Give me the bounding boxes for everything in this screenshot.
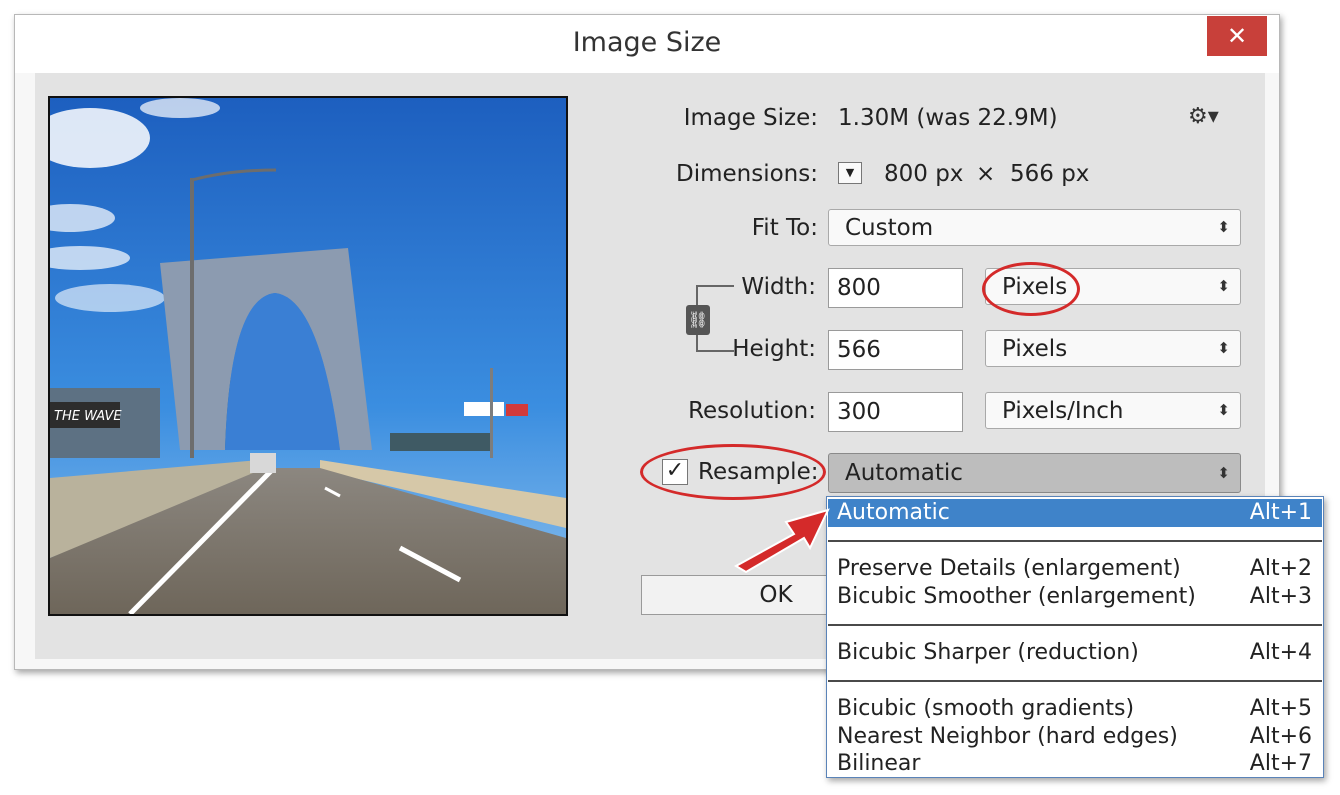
fit-to-value: Custom bbox=[845, 215, 934, 241]
preview-photo: THE WAVE bbox=[50, 98, 566, 614]
select-arrows-icon: ⬍ bbox=[1217, 339, 1230, 357]
annotation-circle-resample bbox=[640, 444, 826, 500]
dimensions-times-sign: × bbox=[976, 161, 996, 187]
dropdown-item-bicubic-smoother[interactable]: Bicubic Smoother (enlargement) Alt+3 bbox=[828, 583, 1322, 611]
menu-separator bbox=[828, 540, 1322, 542]
annotation-circle-pixels bbox=[982, 262, 1080, 316]
width-input[interactable]: 800 bbox=[828, 268, 963, 308]
link-bracket-top-vert bbox=[696, 285, 698, 305]
resample-method-value: Automatic bbox=[845, 460, 963, 486]
dropdown-item-bilinear[interactable]: Bilinear Alt+7 bbox=[828, 750, 1322, 778]
fit-to-select[interactable]: Custom ⬍ bbox=[828, 209, 1241, 246]
resolution-label: Resolution: bbox=[688, 398, 816, 424]
menu-separator bbox=[828, 624, 1322, 626]
resample-dropdown-menu: Automatic Alt+1 Preserve Details (enlarg… bbox=[826, 496, 1324, 778]
close-button[interactable]: ✕ bbox=[1207, 16, 1267, 56]
dimensions-height-value: 566 px bbox=[1010, 161, 1090, 187]
menu-separator bbox=[828, 680, 1322, 682]
select-arrows-icon: ⬍ bbox=[1217, 464, 1230, 482]
image-size-value: 1.30M (was 22.9M) bbox=[838, 105, 1058, 131]
resolution-unit-select[interactable]: Pixels/Inch ⬍ bbox=[985, 392, 1241, 429]
select-arrows-icon: ⬍ bbox=[1217, 218, 1230, 236]
close-icon: ✕ bbox=[1226, 22, 1248, 50]
height-unit-value: Pixels bbox=[1002, 336, 1068, 362]
height-input[interactable]: 566 bbox=[828, 330, 963, 370]
dropdown-item-preserve-details[interactable]: Preserve Details (enlargement) Alt+2 bbox=[828, 555, 1322, 583]
dimensions-label: Dimensions: bbox=[676, 161, 818, 187]
select-arrows-icon: ⬍ bbox=[1217, 277, 1230, 295]
dropdown-item-nearest-neighbor[interactable]: Nearest Neighbor (hard edges) Alt+6 bbox=[828, 723, 1322, 751]
image-preview[interactable]: THE WAVE bbox=[48, 96, 568, 616]
title-bar: Image Size ✕ bbox=[15, 15, 1279, 73]
dialog-title: Image Size bbox=[572, 27, 722, 58]
image-size-label: Image Size: bbox=[683, 105, 818, 131]
height-label: Height: bbox=[732, 336, 816, 362]
resolution-unit-value: Pixels/Inch bbox=[1002, 398, 1124, 424]
resample-method-select[interactable]: Automatic ⬍ bbox=[828, 453, 1241, 493]
gear-icon[interactable]: ⚙▾ bbox=[1188, 104, 1219, 129]
width-label: Width: bbox=[741, 274, 816, 300]
resolution-input[interactable]: 300 bbox=[828, 392, 963, 432]
dimensions-unit-dropdown[interactable]: ▼ bbox=[838, 162, 862, 184]
dropdown-item-bicubic[interactable]: Bicubic (smooth gradients) Alt+5 bbox=[828, 695, 1322, 723]
dimensions-width-value: 800 px bbox=[884, 161, 964, 187]
fit-to-label: Fit To: bbox=[751, 215, 818, 241]
constrain-proportions-link-icon[interactable]: ⛓ bbox=[686, 305, 710, 335]
annotation-arrow bbox=[733, 508, 830, 574]
preview-sign-text: THE WAVE bbox=[54, 409, 122, 424]
dropdown-item-automatic[interactable]: Automatic Alt+1 bbox=[828, 499, 1322, 527]
dropdown-item-bicubic-sharper[interactable]: Bicubic Sharper (reduction) Alt+4 bbox=[828, 639, 1322, 667]
select-arrows-icon: ⬍ bbox=[1217, 401, 1230, 419]
height-unit-select[interactable]: Pixels ⬍ bbox=[985, 330, 1241, 367]
